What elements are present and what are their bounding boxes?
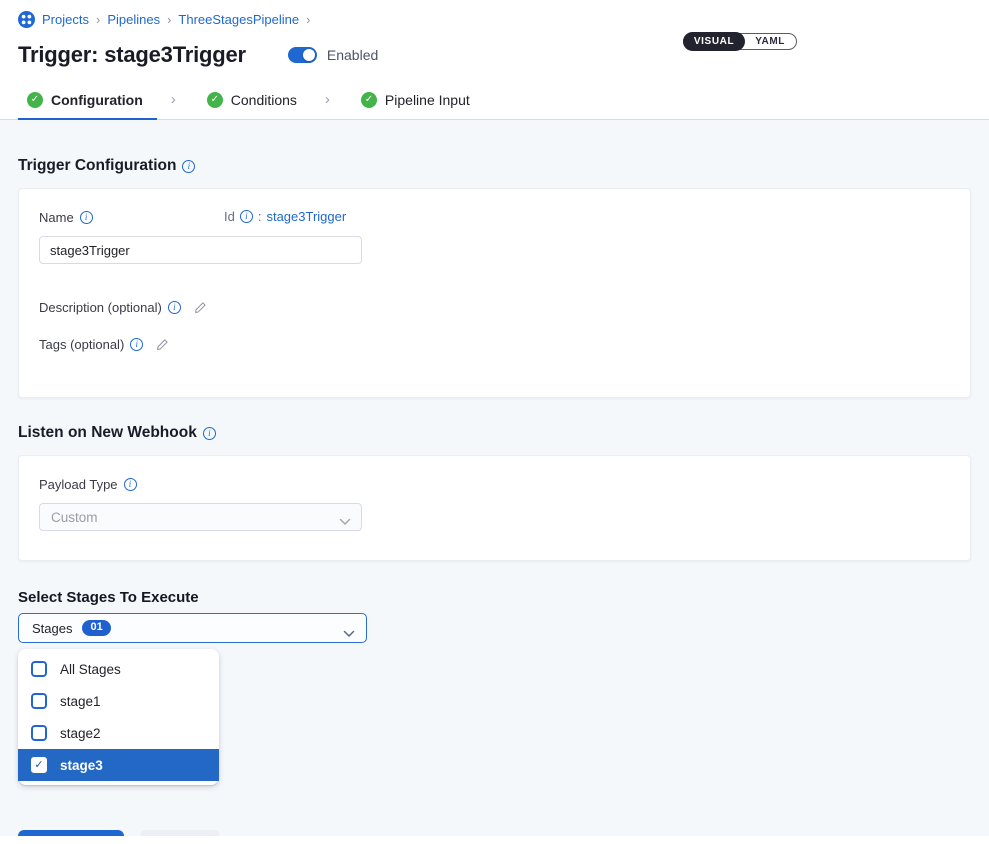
enabled-toggle[interactable] (288, 47, 317, 63)
option-label: All Stages (60, 662, 121, 677)
tab-label: Conditions (231, 92, 297, 108)
payload-type-select[interactable]: Custom (39, 503, 362, 531)
webhook-card: Payload Type i Custom (18, 455, 971, 561)
chevron-down-icon (343, 625, 355, 643)
id-separator: : (258, 209, 262, 224)
check-circle-icon: ✓ (27, 92, 43, 108)
trigger-configuration-heading: Trigger Configuration i (18, 120, 971, 175)
breadcrumb-separator-icon: › (299, 12, 317, 27)
heading-text: Listen on New Webhook (18, 424, 197, 442)
label-text: Payload Type (39, 477, 118, 492)
breadcrumb-pipeline-name[interactable]: ThreeStagesPipeline (178, 12, 299, 27)
trigger-configuration-card: Name i Id i : stage3Trigger Description (18, 188, 971, 398)
checkbox-unchecked[interactable] (31, 661, 47, 677)
label-text: Description (optional) (39, 300, 162, 315)
stage-option-all-stages[interactable]: All Stages (18, 653, 219, 685)
name-input[interactable] (39, 236, 362, 264)
edit-description-button[interactable] (193, 301, 207, 315)
yaml-mode-button[interactable]: YAML (744, 33, 796, 50)
main-content: Trigger Configuration i Name i Id i : (0, 120, 989, 836)
checkbox-unchecked[interactable] (31, 725, 47, 741)
option-label: stage3 (60, 758, 103, 773)
continue-button[interactable]: Continue › (18, 830, 124, 836)
wizard-tabs: ✓ Configuration › ✓ Conditions › ✓ Pipel… (0, 80, 989, 120)
enabled-label: Enabled (327, 47, 378, 63)
selected-count-badge: 01 (82, 620, 110, 636)
stages-dropdown-menu: All Stages stage1 stage2 ✓ stage3 (18, 649, 219, 785)
breadcrumb-pipelines[interactable]: Pipelines (107, 12, 160, 27)
id-value[interactable]: stage3Trigger (266, 209, 346, 224)
description-label: Description (optional) i (39, 300, 181, 315)
tab-configuration[interactable]: ✓ Configuration (18, 80, 157, 120)
info-icon[interactable]: i (168, 301, 181, 314)
edit-tags-button[interactable] (155, 338, 169, 352)
visual-mode-button[interactable]: VISUAL (683, 32, 745, 51)
stage-option-stage1[interactable]: stage1 (18, 685, 219, 717)
info-icon[interactable]: i (124, 478, 137, 491)
check-circle-icon: ✓ (361, 92, 377, 108)
breadcrumb-separator-icon: › (160, 12, 178, 27)
trigger-setup-page: Projects › Pipelines › ThreeStagesPipeli… (0, 0, 989, 844)
view-mode-toggle: VISUAL YAML (683, 33, 797, 50)
chevron-right-icon: › (311, 91, 352, 108)
checkbox-checked[interactable]: ✓ (31, 757, 47, 773)
payload-type-value: Custom (51, 510, 98, 525)
stage-option-stage3[interactable]: ✓ stage3 (18, 749, 219, 781)
tab-pipeline-input[interactable]: ✓ Pipeline Input (352, 80, 484, 120)
footer-actions: Continue › Cancel (18, 830, 971, 836)
breadcrumb-projects[interactable]: Projects (42, 12, 89, 27)
stage-option-stage2[interactable]: stage2 (18, 717, 219, 749)
label-text: Name (39, 210, 74, 225)
stages-multiselect[interactable]: Stages 01 (18, 613, 367, 643)
check-circle-icon: ✓ (207, 92, 223, 108)
title-row: Trigger: stage3Trigger Enabled (18, 40, 971, 70)
harness-logo-icon[interactable] (18, 11, 35, 28)
info-icon[interactable]: i (130, 338, 143, 351)
id-label: Id (224, 209, 235, 224)
tab-label: Configuration (51, 92, 143, 108)
stage-selection-heading: Select Stages To Execute (18, 589, 971, 606)
heading-text: Trigger Configuration (18, 157, 176, 175)
chevron-right-icon: › (157, 91, 198, 108)
option-label: stage1 (60, 694, 101, 709)
page-title: Trigger: stage3Trigger (18, 42, 246, 68)
tab-label: Pipeline Input (385, 92, 470, 108)
name-id-row: Name i Id i : stage3Trigger (39, 209, 950, 227)
label-text: Tags (optional) (39, 337, 124, 352)
pencil-icon (155, 338, 169, 352)
info-icon[interactable]: i (80, 211, 93, 224)
page-header: Projects › Pipelines › ThreeStagesPipeli… (0, 0, 989, 70)
chevron-down-icon (339, 514, 351, 529)
checkbox-unchecked[interactable] (31, 693, 47, 709)
info-icon[interactable]: i (203, 427, 216, 440)
id-line: Id i : stage3Trigger (224, 209, 346, 224)
tags-row: Tags (optional) i (39, 337, 950, 352)
pencil-icon (193, 301, 207, 315)
toggle-knob (303, 49, 315, 61)
breadcrumb: Projects › Pipelines › ThreeStagesPipeli… (18, 10, 971, 28)
tags-label: Tags (optional) i (39, 337, 143, 352)
payload-type-label: Payload Type i (39, 477, 137, 492)
description-row: Description (optional) i (39, 300, 950, 315)
tab-conditions[interactable]: ✓ Conditions (198, 80, 311, 120)
cancel-button[interactable]: Cancel (140, 830, 220, 836)
breadcrumb-separator-icon: › (89, 12, 107, 27)
option-label: stage2 (60, 726, 101, 741)
webhook-heading: Listen on New Webhook i (18, 424, 971, 442)
info-icon[interactable]: i (182, 160, 195, 173)
stages-select-label: Stages (32, 621, 72, 636)
info-icon[interactable]: i (240, 210, 253, 223)
name-label: Name i (39, 210, 93, 225)
